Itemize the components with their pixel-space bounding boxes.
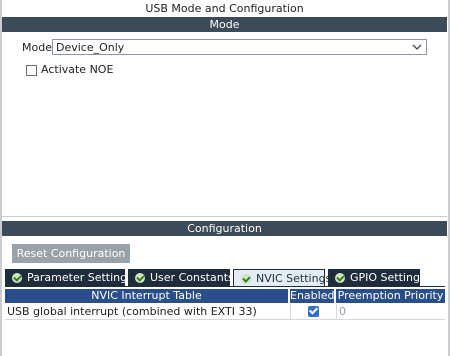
- preemption-priority-cell[interactable]: 0: [339, 304, 346, 319]
- interrupt-name-cell: USB global interrupt (combined with EXTI…: [7, 305, 257, 318]
- column-divider: [290, 304, 291, 319]
- tab-parameter-settings[interactable]: Parameter Settings: [5, 269, 133, 286]
- activate-noe-checkbox[interactable]: [26, 65, 37, 76]
- column-divider: [336, 304, 337, 319]
- mode-select-value: Device_Only: [56, 41, 125, 54]
- column-header-preemption-priority[interactable]: Preemption Priority: [336, 289, 445, 303]
- reset-configuration-button[interactable]: Reset Configuration: [12, 244, 130, 263]
- tab-label: User Constants: [150, 271, 234, 284]
- tab-label: NVIC Settings: [256, 272, 332, 285]
- usb-config-panel: USB Mode and Configuration Mode Mode Dev…: [2, 0, 447, 356]
- check-circle-icon: [135, 273, 145, 283]
- enabled-checkbox[interactable]: [308, 306, 319, 317]
- mode-section-header: Mode: [2, 17, 447, 32]
- tab-underline: [5, 286, 445, 287]
- tab-nvic-settings[interactable]: NVIC Settings: [233, 269, 331, 286]
- mode-select[interactable]: Device_Only: [52, 39, 427, 55]
- tab-label: Parameter Settings: [27, 271, 133, 284]
- column-header-enabled[interactable]: Enabled: [290, 289, 334, 303]
- window-title: USB Mode and Configuration: [145, 2, 304, 15]
- tab-user-constants[interactable]: User Constants: [128, 269, 234, 286]
- tab-label: GPIO Settings: [350, 271, 426, 284]
- chevron-down-icon: [412, 44, 422, 50]
- check-circle-icon: [12, 273, 22, 283]
- activate-noe-label: Activate NOE: [41, 63, 114, 76]
- check-circle-icon: [241, 274, 251, 284]
- check-circle-icon: [335, 273, 345, 283]
- table-row[interactable]: USB global interrupt (combined with EXTI…: [5, 304, 445, 320]
- mode-label: Mode: [22, 41, 52, 54]
- mode-section-divider: [2, 216, 447, 217]
- configuration-section-header: Configuration: [2, 221, 447, 236]
- tab-gpio-settings[interactable]: GPIO Settings: [328, 269, 426, 286]
- column-header-nvic-interrupt-table[interactable]: NVIC Interrupt Table: [5, 289, 288, 303]
